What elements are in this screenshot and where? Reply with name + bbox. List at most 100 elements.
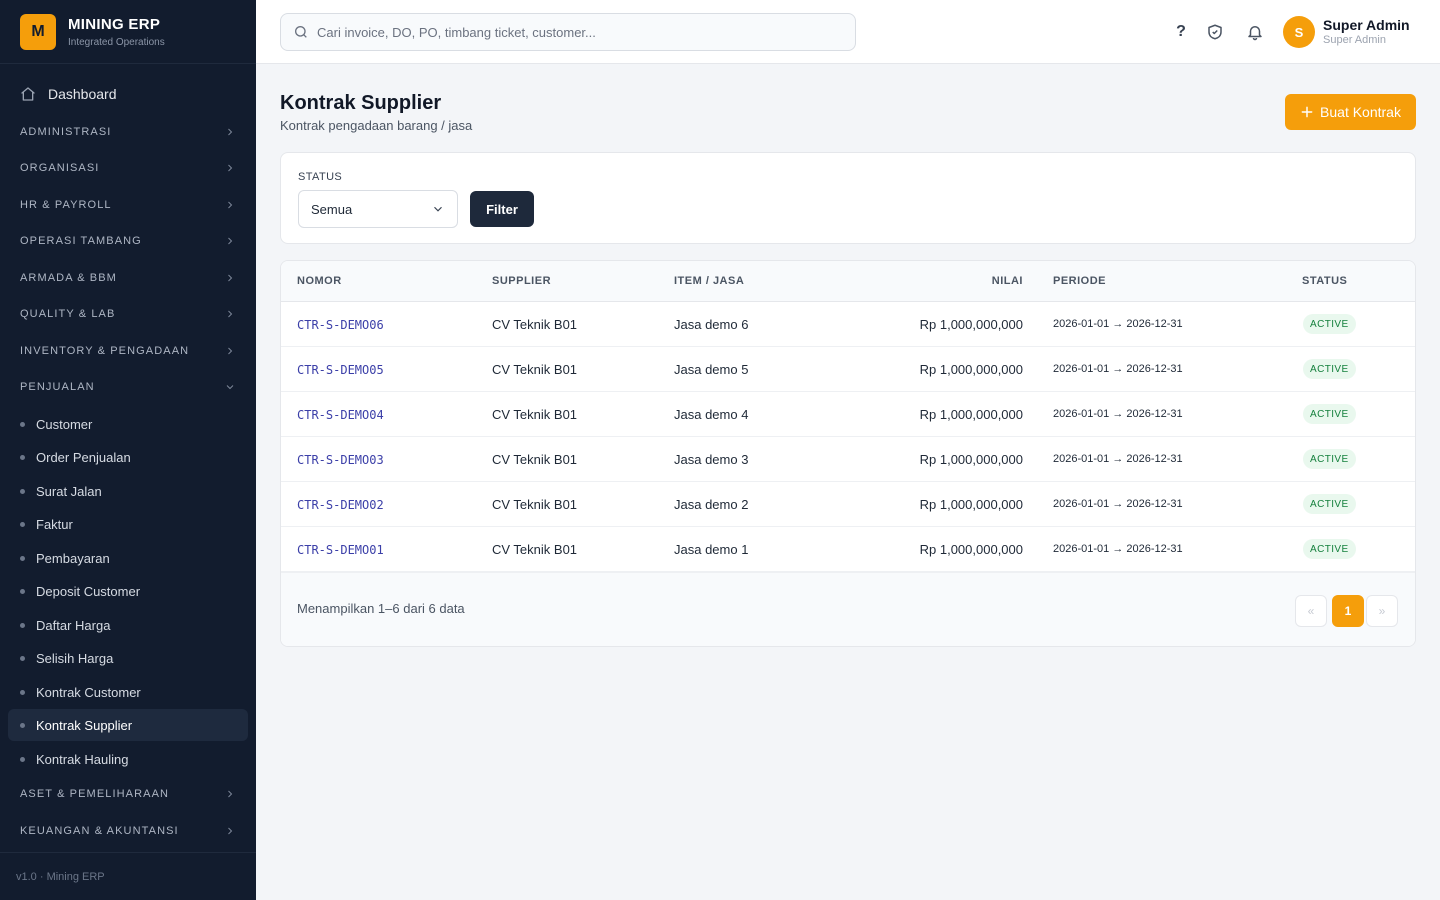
chevron-right-icon [228, 201, 233, 209]
contract-number-link[interactable]: CTR-S-DEMO05 [297, 363, 384, 377]
search-input[interactable] [317, 24, 837, 40]
sidebar-item-customer[interactable]: Customer [8, 408, 248, 440]
sidebar-section-hr-payroll[interactable]: HR & PAYROLL [8, 190, 248, 220]
filter-button[interactable]: Filter [470, 191, 534, 227]
chevron-right-icon [228, 827, 233, 835]
sidebar-section-operasi-tambang[interactable]: OPERASI TAMBANG [8, 226, 248, 256]
user-name[interactable]: Super Admin [1323, 17, 1410, 33]
sidebar-section-administrasi[interactable]: ADMINISTRASI [8, 117, 248, 147]
contract-number-link[interactable]: CTR-S-DEMO01 [297, 543, 384, 557]
supplier-cell: CV Teknik B01 [492, 542, 578, 557]
page-1-button[interactable]: 1 [1332, 595, 1364, 627]
sidebar-item-label: Customer [36, 416, 93, 432]
table-row[interactable]: CTR-S-DEMO04 CV Teknik B01 Jasa demo 4 R… [281, 392, 1415, 437]
table-header: NOMOR SUPPLIER ITEM / JASA NILAI PERIODE… [281, 261, 1415, 302]
supplier-cell: CV Teknik B01 [492, 407, 578, 422]
item-cell: Jasa demo 2 [674, 497, 749, 512]
sidebar-section-penjualan[interactable]: PENJUALAN [8, 372, 248, 402]
sidebar-item-label: Selisih Harga [36, 650, 114, 666]
bullet-icon [20, 655, 25, 661]
column-header-status: STATUS [1302, 275, 1348, 287]
create-contract-button[interactable]: Buat Kontrak [1285, 94, 1416, 130]
bullet-icon [20, 521, 25, 527]
sidebar-item-pembayaran[interactable]: Pembayaran [8, 542, 248, 574]
item-cell: Jasa demo 4 [674, 407, 749, 422]
chevron-down-icon [434, 206, 442, 212]
search-box[interactable] [280, 13, 856, 51]
table-row[interactable]: CTR-S-DEMO01 CV Teknik B01 Jasa demo 1 R… [281, 527, 1415, 572]
sidebar-item-surat-jalan[interactable]: Surat Jalan [8, 475, 248, 507]
table-footer: Menampilkan 1–6 dari 6 data « 1 » [281, 572, 1415, 646]
table-row[interactable]: CTR-S-DEMO02 CV Teknik B01 Jasa demo 2 R… [281, 482, 1415, 527]
sidebar-section-aset[interactable]: ASET & PEMELIHARAAN [8, 779, 248, 809]
sidebar-item-faktur[interactable]: Faktur [8, 508, 248, 540]
item-cell: Jasa demo 1 [674, 542, 749, 557]
page-title: Kontrak Supplier [280, 92, 442, 114]
table-row[interactable]: CTR-S-DEMO06 CV Teknik B01 Jasa demo 6 R… [281, 302, 1415, 347]
supplier-cell: CV Teknik B01 [492, 452, 578, 467]
item-cell: Jasa demo 5 [674, 362, 749, 377]
sidebar-item-label: Daftar Harga [36, 617, 111, 633]
chevron-down-icon [226, 385, 234, 390]
status-badge: ACTIVE [1303, 314, 1356, 334]
chevron-right-icon [228, 128, 233, 136]
period-cell: 2026-01-01 → 2026-12-31 [1053, 453, 1183, 465]
table-row[interactable]: CTR-S-DEMO05 CV Teknik B01 Jasa demo 5 R… [281, 347, 1415, 392]
bullet-icon [20, 689, 25, 695]
value-cell: Rp 1,000,000,000 [919, 317, 1023, 332]
sidebar-section-keuangan[interactable]: KEUANGAN & AKUNTANSI [8, 816, 248, 846]
prev-page-button[interactable]: « [1295, 595, 1327, 627]
status-select[interactable]: Semua [298, 190, 458, 228]
bullet-icon [20, 488, 25, 494]
contract-number-link[interactable]: CTR-S-DEMO02 [297, 498, 384, 512]
sidebar: M MINING ERP Integrated Operations Dashb… [0, 0, 256, 900]
create-contract-label: Buat Kontrak [1320, 104, 1401, 120]
contract-number-link[interactable]: CTR-S-DEMO03 [297, 453, 384, 467]
sidebar-section-inventory[interactable]: INVENTORY & PENGADAAN [8, 336, 248, 366]
bullet-icon [20, 421, 25, 427]
home-icon [21, 87, 35, 101]
value-cell: Rp 1,000,000,000 [919, 407, 1023, 422]
column-header-nilai: NILAI [991, 275, 1023, 287]
sidebar-item-deposit-customer[interactable]: Deposit Customer [8, 575, 248, 607]
sidebar-section-quality-lab[interactable]: QUALITY & LAB [8, 299, 248, 329]
bell-icon[interactable] [1243, 20, 1267, 44]
sidebar-section-organisasi[interactable]: ORGANISASI [8, 153, 248, 183]
sidebar-item-kontrak-supplier[interactable]: Kontrak Supplier [8, 709, 248, 741]
sidebar-item-order-penjualan[interactable]: Order Penjualan [8, 441, 248, 473]
supplier-cell: CV Teknik B01 [492, 497, 578, 512]
section-label: KEUANGAN & AKUNTANSI [20, 825, 179, 837]
item-cell: Jasa demo 3 [674, 452, 749, 467]
sidebar-section-armada-bbm[interactable]: ARMADA & BBM [8, 263, 248, 293]
sidebar-item-kontrak-hauling[interactable]: Kontrak Hauling [8, 743, 248, 775]
contract-number-link[interactable]: CTR-S-DEMO04 [297, 408, 384, 422]
help-icon[interactable]: ? [1169, 20, 1193, 44]
sidebar-item-label: Kontrak Hauling [36, 751, 129, 767]
filter-panel: STATUS Semua Filter [280, 152, 1416, 244]
section-label: ORGANISASI [20, 162, 100, 174]
section-label: ARMADA & BBM [20, 272, 117, 284]
period-cell: 2026-01-01 → 2026-12-31 [1053, 498, 1183, 510]
section-label: ASET & PEMELIHARAAN [20, 788, 170, 800]
bullet-icon [20, 454, 25, 460]
sidebar-item-dashboard[interactable]: Dashboard [8, 78, 248, 110]
supplier-cell: CV Teknik B01 [492, 317, 578, 332]
value-cell: Rp 1,000,000,000 [919, 497, 1023, 512]
chevron-right-icon [228, 790, 233, 798]
brand: M MINING ERP Integrated Operations [0, 0, 256, 64]
sidebar-item-label: Surat Jalan [36, 483, 102, 499]
brand-title: MINING ERP [68, 15, 161, 33]
table-row[interactable]: CTR-S-DEMO03 CV Teknik B01 Jasa demo 3 R… [281, 437, 1415, 482]
column-header-periode: PERIODE [1053, 275, 1107, 287]
next-page-button[interactable]: » [1366, 595, 1398, 627]
bullet-icon [20, 588, 25, 594]
status-badge: ACTIVE [1303, 539, 1356, 559]
sidebar-item-daftar-harga[interactable]: Daftar Harga [8, 609, 248, 641]
avatar[interactable]: S [1283, 16, 1315, 48]
sidebar-item-selisih-harga[interactable]: Selisih Harga [8, 642, 248, 674]
contract-number-link[interactable]: CTR-S-DEMO06 [297, 318, 384, 332]
sidebar-item-kontrak-customer[interactable]: Kontrak Customer [8, 676, 248, 708]
contracts-table: NOMOR SUPPLIER ITEM / JASA NILAI PERIODE… [280, 260, 1416, 647]
period-cell: 2026-01-01 → 2026-12-31 [1053, 363, 1183, 375]
shield-check-icon[interactable] [1203, 20, 1227, 44]
